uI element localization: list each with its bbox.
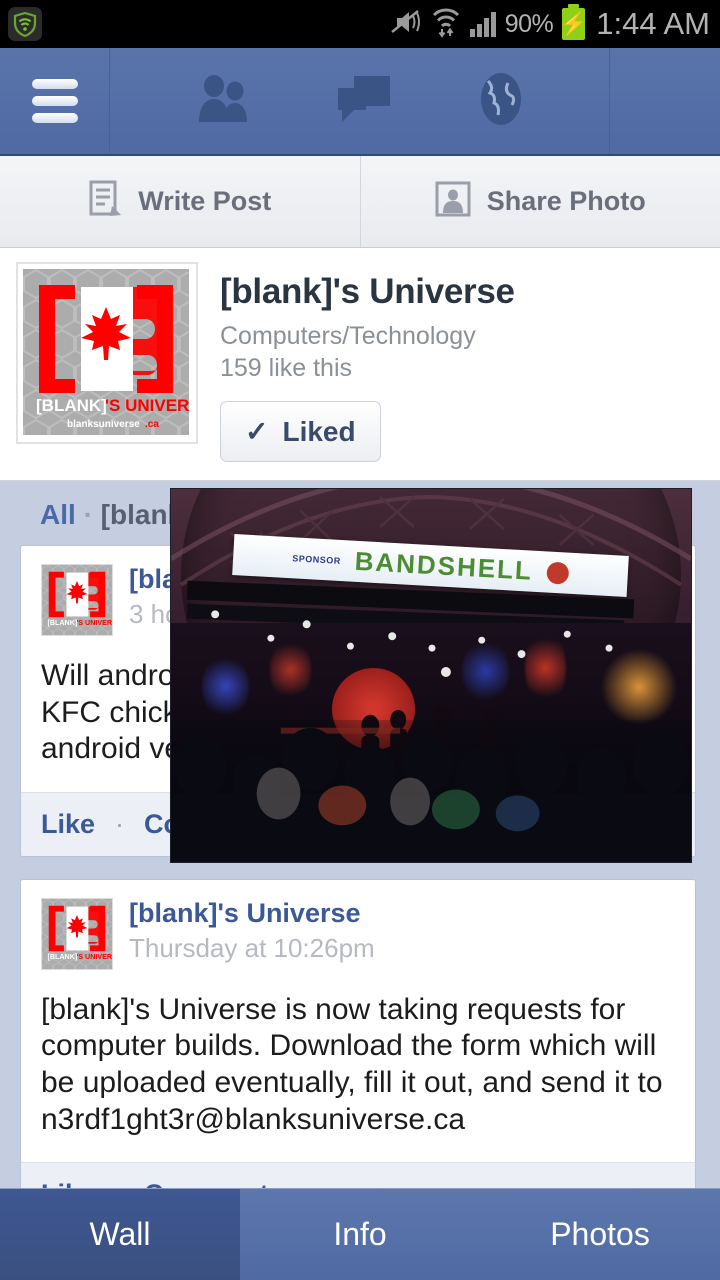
vibrate-off-icon bbox=[388, 8, 422, 41]
post-timestamp: Thursday at 10:26pm bbox=[129, 932, 375, 963]
status-bar: 90% ⚡ 1:44 AM bbox=[0, 0, 720, 48]
notifications-globe-icon[interactable] bbox=[474, 71, 528, 132]
svg-text:[BLANK]: [BLANK] bbox=[47, 619, 77, 627]
svg-text:blanksuniverse: blanksuniverse bbox=[67, 419, 140, 430]
svg-text:'S UNIVERSE: 'S UNIVERSE bbox=[77, 619, 112, 627]
post-body-text: [blank]'s Universe is now taking request… bbox=[41, 992, 663, 1136]
page-header: [BLANK] 'S UNIVERSE blanksuniverse .ca [… bbox=[0, 248, 720, 481]
status-bar-left bbox=[0, 7, 42, 41]
share-photo-icon bbox=[435, 181, 471, 222]
svg-text:.ca: .ca bbox=[145, 419, 159, 430]
hamburger-menu-button[interactable] bbox=[0, 48, 110, 154]
page-meta: [blank]'s Universe Computers/Technology … bbox=[198, 262, 515, 462]
post-avatar[interactable]: [BLANK] 'S UNIVERSE bbox=[41, 897, 122, 970]
post-card[interactable]: [BLANK] 'S UNIVERSE [blank]'s Universe T… bbox=[20, 878, 696, 1211]
blank-universe-logo-icon: [BLANK] 'S UNIVERSE blanksuniverse .ca bbox=[23, 269, 212, 435]
liked-button[interactable]: ✓ Liked bbox=[220, 401, 381, 462]
bottom-tab-bar: Wall Info Photos bbox=[0, 1188, 720, 1280]
friend-requests-icon[interactable] bbox=[191, 72, 253, 131]
navbar-right-spacer bbox=[610, 48, 720, 154]
filter-all-link[interactable]: All bbox=[40, 499, 76, 530]
svg-text:[BLANK]: [BLANK] bbox=[36, 396, 107, 415]
battery-percent-label: 90% bbox=[504, 9, 554, 38]
photo-crowd-heads bbox=[171, 727, 691, 862]
status-bar-right: 90% ⚡ 1:44 AM bbox=[388, 0, 710, 48]
facebook-navbar bbox=[0, 48, 720, 156]
page-category: Computers/Technology bbox=[220, 322, 476, 350]
page-like-count: 159 like this bbox=[220, 354, 353, 382]
post-header-meta: [blank]'s Universe Thursday at 10:26pm bbox=[113, 898, 375, 970]
post-header: [BLANK] 'S UNIVERSE [blank]'s Universe T… bbox=[21, 880, 695, 970]
check-icon: ✓ bbox=[245, 416, 269, 447]
share-photo-button[interactable]: Share Photo bbox=[359, 156, 720, 247]
write-post-icon bbox=[88, 180, 122, 223]
share-photo-label: Share Photo bbox=[486, 186, 646, 216]
hamburger-menu-icon bbox=[31, 79, 78, 123]
wifi-shield-icon bbox=[8, 7, 42, 41]
wifi-data-icon bbox=[431, 6, 461, 43]
page-profile-picture[interactable]: [BLANK] 'S UNIVERSE blanksuniverse .ca bbox=[16, 262, 212, 444]
page-title: [blank]'s Universe bbox=[220, 272, 515, 311]
write-post-label: Write Post bbox=[138, 186, 272, 216]
action-separator: · bbox=[115, 808, 125, 839]
svg-text:[BLANK]: [BLANK] bbox=[47, 953, 77, 961]
cellular-signal-icon bbox=[469, 11, 496, 37]
tab-photos[interactable]: Photos bbox=[480, 1189, 720, 1280]
concert-photo-overlay[interactable]: SPONSOR BANDSHELL bbox=[170, 488, 692, 863]
navbar-icons bbox=[110, 48, 610, 154]
svg-text:'S UNIVERSE: 'S UNIVERSE bbox=[105, 396, 189, 415]
liked-button-label: Liked bbox=[282, 415, 356, 447]
write-post-button[interactable]: Write Post bbox=[0, 156, 360, 247]
post-author-name[interactable]: [blank]'s Universe bbox=[129, 898, 375, 929]
composer-row: Write Post Share Photo bbox=[0, 156, 720, 248]
messages-icon[interactable] bbox=[334, 72, 394, 131]
tab-info[interactable]: Info bbox=[240, 1189, 480, 1280]
tab-wall[interactable]: Wall bbox=[0, 1189, 240, 1280]
battery-charging-icon: ⚡ bbox=[560, 4, 587, 40]
post-avatar[interactable]: [BLANK] 'S UNIVERSE bbox=[41, 564, 122, 636]
app-root: 90% ⚡ 1:44 AM Write Post Share Photo [BL… bbox=[0, 0, 720, 1280]
filter-separator: · bbox=[83, 499, 93, 530]
clock-label: 1:44 AM bbox=[596, 6, 710, 41]
svg-text:'S UNIVERSE: 'S UNIVERSE bbox=[77, 953, 112, 961]
like-action[interactable]: Like bbox=[41, 809, 95, 840]
